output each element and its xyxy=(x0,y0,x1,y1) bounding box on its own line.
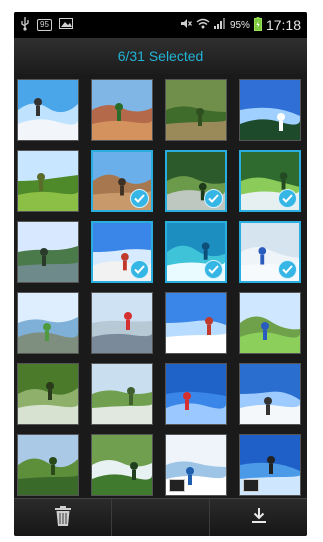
phone-screen: 95 95% 17:18 6/31 Selected xyxy=(14,12,307,536)
battery-icon xyxy=(253,16,262,34)
clock: 17:18 xyxy=(265,17,301,33)
battery-percent: 95% xyxy=(229,19,250,31)
photo-thumbnail[interactable] xyxy=(165,434,227,496)
checkmark-icon xyxy=(204,189,223,208)
photo-image xyxy=(18,293,78,353)
photo-thumbnail[interactable] xyxy=(91,221,153,283)
photo-thumbnail[interactable] xyxy=(91,363,153,425)
bottom-action-bar xyxy=(14,498,307,536)
photo-thumbnail[interactable] xyxy=(239,292,301,354)
photo-thumbnail[interactable] xyxy=(239,79,301,141)
photo-thumbnail[interactable] xyxy=(239,150,301,212)
photo-image xyxy=(18,435,78,495)
delete-button[interactable] xyxy=(14,499,112,536)
trash-icon xyxy=(54,505,71,531)
mute-icon xyxy=(180,18,192,32)
photo-thumbnail[interactable] xyxy=(239,221,301,283)
download-icon xyxy=(251,507,267,529)
photo-thumbnail[interactable] xyxy=(165,363,227,425)
photo-thumbnail[interactable] xyxy=(165,221,227,283)
checkmark-icon xyxy=(278,260,297,279)
photo-image xyxy=(240,80,300,140)
photo-image xyxy=(240,293,300,353)
photo-image xyxy=(92,293,152,353)
photo-thumbnail[interactable] xyxy=(17,221,79,283)
photo-thumbnail[interactable] xyxy=(17,363,79,425)
checkmark-icon xyxy=(130,189,149,208)
checkmark-icon xyxy=(130,260,149,279)
photo-image xyxy=(18,80,78,140)
photo-image xyxy=(92,435,152,495)
photo-image xyxy=(18,151,78,211)
photo-image xyxy=(240,364,300,424)
photo-grid xyxy=(14,74,307,498)
video-icon xyxy=(169,479,185,492)
signal-icon xyxy=(213,18,226,32)
status-bar: 95 95% 17:18 xyxy=(14,12,307,38)
photo-image xyxy=(18,222,78,282)
usb-icon xyxy=(20,16,30,34)
video-icon xyxy=(243,479,259,492)
badge-icon: 95 xyxy=(37,19,52,31)
photo-thumbnail[interactable] xyxy=(165,292,227,354)
photo-thumbnail[interactable] xyxy=(239,434,301,496)
page-title: 6/31 Selected xyxy=(117,48,204,64)
photo-thumbnail[interactable] xyxy=(17,292,79,354)
checkmark-icon xyxy=(204,260,223,279)
photo-image xyxy=(166,364,226,424)
photo-image xyxy=(92,364,152,424)
photo-thumbnail[interactable] xyxy=(165,150,227,212)
empty-action-button[interactable] xyxy=(112,499,210,536)
photo-image xyxy=(92,80,152,140)
download-button[interactable] xyxy=(210,499,307,536)
photo-thumbnail[interactable] xyxy=(91,434,153,496)
photo-image xyxy=(166,293,226,353)
photo-image xyxy=(18,364,78,424)
checkmark-icon xyxy=(278,189,297,208)
photo-thumbnail[interactable] xyxy=(91,150,153,212)
photo-thumbnail[interactable] xyxy=(91,292,153,354)
photo-thumbnail[interactable] xyxy=(165,79,227,141)
photo-image xyxy=(166,80,226,140)
photo-thumbnail[interactable] xyxy=(17,79,79,141)
image-icon xyxy=(58,18,73,32)
photo-thumbnail[interactable] xyxy=(239,363,301,425)
photo-thumbnail[interactable] xyxy=(17,150,79,212)
photo-thumbnail[interactable] xyxy=(91,79,153,141)
action-bar: 6/31 Selected xyxy=(14,38,307,75)
wifi-icon xyxy=(196,18,210,32)
photo-thumbnail[interactable] xyxy=(17,434,79,496)
